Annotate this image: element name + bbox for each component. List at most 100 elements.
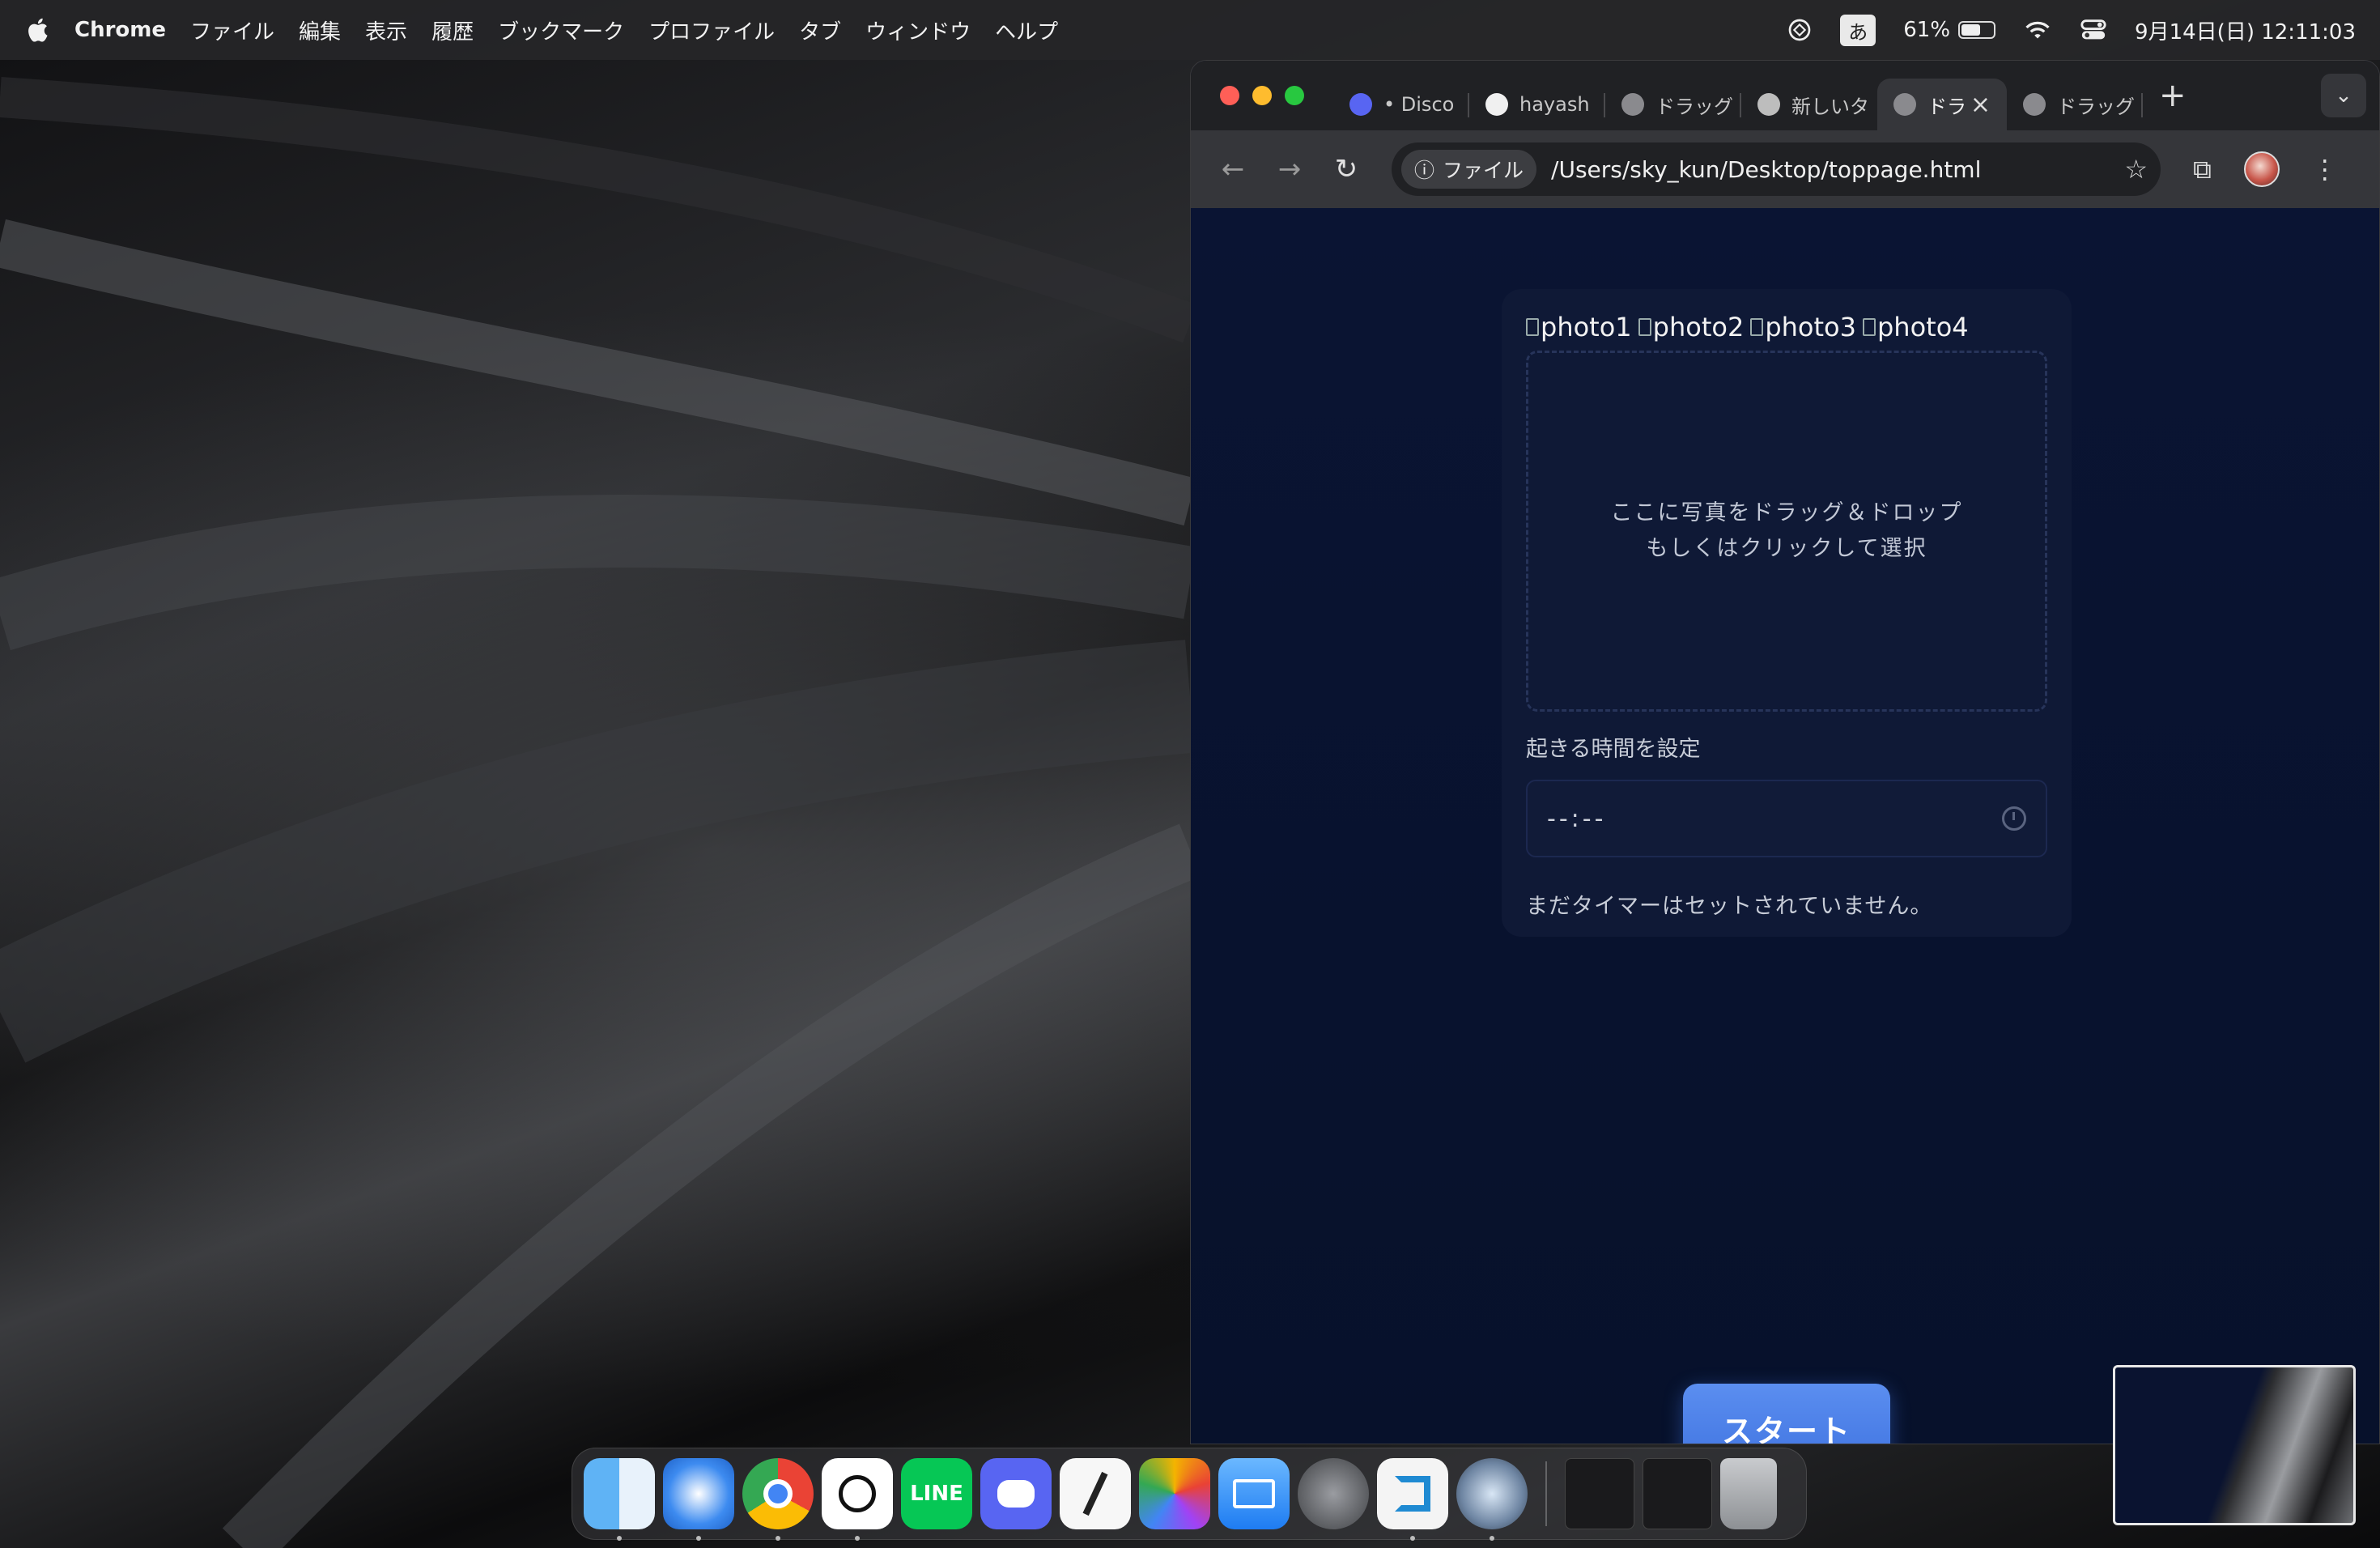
vscode-icon[interactable] [1377,1458,1448,1541]
bookmark-star-icon[interactable]: ☆ [2124,154,2148,185]
photo-alt-text: photo4 [1876,312,1969,342]
status-area: あ 61% 9月14日(日) 12:11:03 [1787,14,2356,46]
running-indicator [1410,1536,1415,1541]
minimized-window-thumbnail[interactable] [1643,1458,1712,1529]
minimize-window-button[interactable] [1252,86,1272,105]
photo-list: photo1 photo2 photo3 photo4 [1526,312,1969,342]
apple-icon[interactable] [24,15,53,45]
photo-item[interactable]: photo4 [1862,312,1969,342]
tab-separator [2141,93,2143,117]
dropzone-instruction-sub: もしくはクリックして選択 [1646,536,1927,561]
photos-icon[interactable] [1139,1458,1210,1529]
tab-drag-1[interactable]: ドラッグ [1605,79,1741,130]
toolbar-actions: ⧉ ⋮ [2193,151,2338,187]
quicktime-icon[interactable] [1456,1458,1528,1541]
tab-title: ドラッグ [2057,95,2135,118]
photo-item[interactable]: photo1 [1526,312,1632,342]
zoom-window-button[interactable] [1285,86,1304,105]
trash-icon[interactable] [1720,1458,1777,1529]
browser-toolbar: ← → ↻ ⓘ ファイル /Users/sky_kun/Desktop/topp… [1191,130,2379,208]
tab-new-chat[interactable]: 新しいタ [1741,79,1877,130]
tab-github[interactable]: hayash [1469,79,1605,130]
photo-alt-text: photo2 [1652,312,1745,342]
wifi-icon[interactable] [2023,19,2052,41]
control-center-icon[interactable] [2080,18,2107,42]
menu-bookmarks[interactable]: ブックマーク [498,15,624,45]
forward-arrow-icon[interactable]: → [1267,147,1312,192]
mail-icon[interactable] [1218,1458,1290,1529]
new-tab-button[interactable]: + [2159,77,2187,114]
tab-discord[interactable]: • Disco [1333,79,1469,130]
tab-title: 新しいタ [1791,95,1869,118]
time-input-value: --:-- [1547,804,1607,833]
freeform-pen [1082,1471,1108,1516]
profile-avatar[interactable] [2243,151,2280,187]
menu-file[interactable]: ファイル [190,15,274,45]
finder-icon[interactable] [584,1458,655,1541]
address-bar[interactable]: ⓘ ファイル /Users/sky_kun/Desktop/toppage.ht… [1392,142,2161,196]
menubar-clock[interactable]: 9月14日(日) 12:11:03 [2135,15,2356,45]
chatgpt-menubar-icon[interactable] [1787,17,1813,43]
chatgpt-knot [839,1475,876,1512]
tab-drag-active[interactable]: ドラ × [1877,79,2007,130]
running-indicator [855,1536,860,1541]
menu-window[interactable]: ウィンドウ [865,15,971,45]
close-tab-icon[interactable]: × [1970,91,1991,119]
broken-image-icon [1750,318,1764,336]
close-window-button[interactable] [1220,86,1239,105]
screenshot-preview-thumbnail[interactable] [2113,1365,2356,1525]
wallpaper-curves [0,77,1190,1548]
chatgpt-icon[interactable] [822,1458,893,1541]
menu-edit[interactable]: 編集 [299,15,341,45]
menu-bar: Chrome ファイル 編集 表示 履歴 ブックマーク プロファイル タブ ウィ… [0,0,2380,60]
discord-icon[interactable] [980,1458,1052,1529]
running-indicator [776,1536,780,1541]
info-icon: ⓘ [1414,159,1435,182]
tab-strip: • Disco hayash ドラッグ 新しいタ ドラ × ドラッグ + ⌄ [1191,61,2379,130]
tab-title: hayash [1519,93,1590,116]
safari-icon[interactable] [663,1458,734,1541]
battery-fill [1961,24,1981,36]
photo-dropzone[interactable]: ここに写真をドラッグ＆ドロップ もしくはクリックして選択 [1526,351,2047,712]
wake-time-input[interactable]: --:-- [1526,780,2047,857]
more-menu-icon[interactable]: ⋮ [2312,154,2338,185]
menu-app-name[interactable]: Chrome [74,18,166,42]
photo-item[interactable]: photo3 [1750,312,1856,342]
site-info-chip[interactable]: ⓘ ファイル [1401,150,1537,189]
running-indicator [617,1536,622,1541]
back-arrow-icon[interactable]: ← [1210,147,1256,192]
dock-divider [1545,1461,1547,1526]
system-settings-icon[interactable] [1298,1458,1369,1529]
mail-envelope [1233,1479,1275,1508]
menu-profiles[interactable]: プロファイル [648,15,775,45]
start-button[interactable]: スタート [1683,1384,1890,1444]
extensions-puzzle-icon[interactable]: ⧉ [2193,154,2212,185]
menu-view[interactable]: 表示 [365,15,407,45]
github-favicon-icon [1485,93,1508,116]
tab-search-chevron-icon[interactable]: ⌄ [2321,74,2366,117]
alarm-card: photo1 photo2 photo3 photo4 ここに写真をドラッグ＆ド… [1502,289,2072,937]
line-icon-label: LINE [910,1482,963,1506]
url-text[interactable]: /Users/sky_kun/Desktop/toppage.html [1551,156,1981,183]
clock-icon[interactable] [2002,806,2026,831]
broken-image-icon [1862,318,1876,336]
globe-favicon-icon [2023,93,2046,116]
timer-status-text: まだタイマーはセットされていません。 [1526,894,1933,919]
freeform-icon[interactable] [1060,1458,1131,1529]
battery-percent: 61% [1903,18,1951,42]
input-method-indicator[interactable]: あ [1840,14,1876,46]
reload-icon[interactable]: ↻ [1324,147,1369,192]
minimized-window-thumbnail[interactable] [1565,1458,1634,1529]
globe-favicon-icon [1621,93,1644,116]
line-icon[interactable]: LINE [901,1458,972,1529]
menu-tab[interactable]: タブ [799,15,841,45]
tab-drag-2[interactable]: ドラッグ [2007,79,2143,130]
broken-image-icon [1638,318,1651,336]
photo-item[interactable]: photo2 [1638,312,1745,342]
vscode-logo [1395,1476,1430,1512]
menu-help[interactable]: ヘルプ [995,15,1058,45]
battery-status[interactable]: 61% [1903,18,1996,42]
tab-title: ドラ [1927,95,1966,118]
menu-history[interactable]: 履歴 [431,15,474,45]
chrome-icon[interactable] [742,1458,814,1541]
